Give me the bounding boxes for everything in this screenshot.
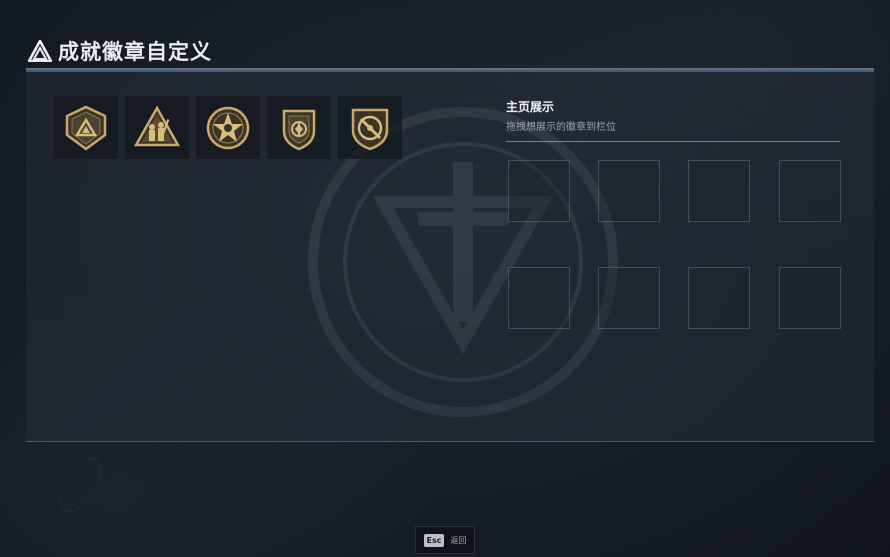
showcase-slot[interactable] bbox=[508, 267, 570, 329]
back-label: 返回 bbox=[450, 535, 467, 545]
showcase-slot[interactable] bbox=[688, 267, 750, 329]
shield-triangle-badge-icon bbox=[65, 105, 107, 151]
badge-item[interactable] bbox=[54, 96, 118, 159]
back-button[interactable]: Esc 返回 bbox=[415, 526, 475, 554]
showcase-slot[interactable] bbox=[688, 160, 750, 222]
shield-emblem-badge-icon bbox=[282, 109, 316, 150]
triangle-soldiers-badge-icon bbox=[134, 104, 180, 146]
showcase-slot[interactable] bbox=[779, 160, 841, 222]
shield-slash-badge-icon bbox=[351, 108, 389, 150]
showcase-instruction: 拖拽想展示的徽章到栏位 bbox=[506, 122, 616, 133]
achievement-badge-screen: { "header": { "title": "成就徽章自定义", "logo_… bbox=[0, 0, 890, 557]
badge-item[interactable] bbox=[125, 96, 189, 159]
showcase-slot[interactable] bbox=[508, 160, 570, 222]
showcase-slot[interactable] bbox=[779, 267, 841, 329]
customization-panel: 主页展示 拖拽想展示的徽章到栏位 bbox=[26, 68, 874, 442]
star-circle-badge-icon bbox=[206, 106, 250, 149]
badge-item[interactable] bbox=[267, 96, 331, 159]
page-header: 成就徽章自定义 bbox=[28, 36, 212, 66]
showcase-heading: 主页展示 bbox=[506, 100, 555, 114]
showcase-slot[interactable] bbox=[598, 160, 660, 222]
badge-item[interactable] bbox=[338, 96, 402, 159]
badge-list bbox=[54, 96, 402, 159]
page-title: 成就徽章自定义 bbox=[58, 40, 212, 64]
triangle-logo-icon bbox=[28, 40, 52, 62]
esc-key-hint: Esc bbox=[423, 533, 445, 547]
showcase-divider bbox=[506, 141, 840, 142]
showcase-slot[interactable] bbox=[598, 267, 660, 329]
badge-item[interactable] bbox=[196, 96, 260, 159]
homepage-showcase: 主页展示 拖拽想展示的徽章到栏位 bbox=[506, 98, 840, 142]
